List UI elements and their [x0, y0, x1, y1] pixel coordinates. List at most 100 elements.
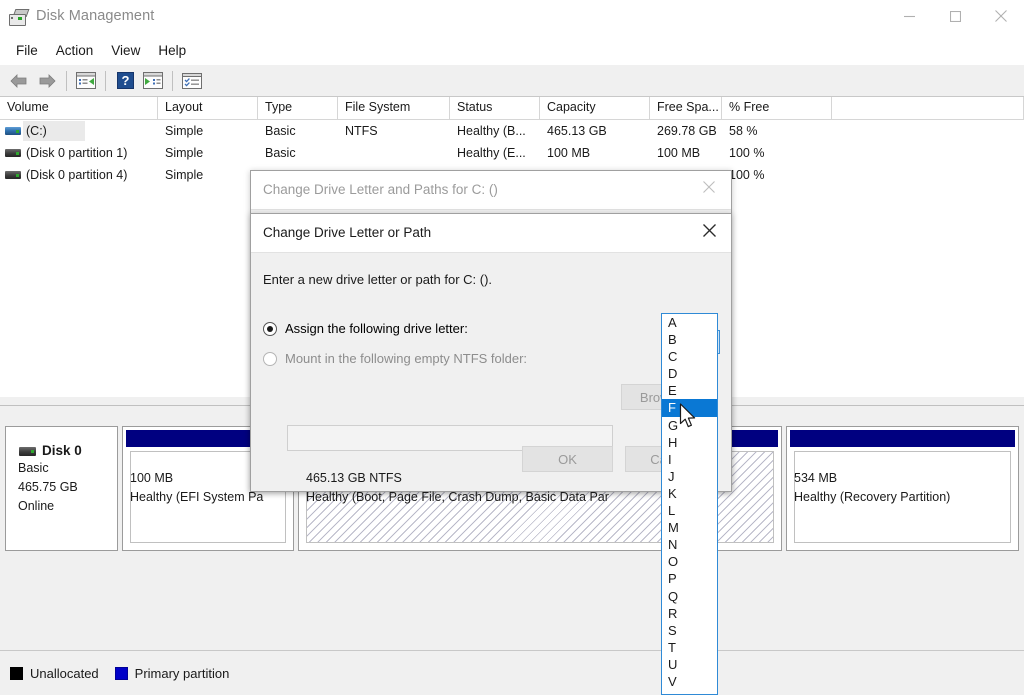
- cell-file-system: NTFS: [338, 120, 450, 142]
- drive-letter-option-p[interactable]: P: [662, 570, 717, 587]
- cell-volume-label: (Disk 0 partition 4): [26, 168, 127, 182]
- legend-item-unallocated: Unallocated: [10, 666, 99, 681]
- partition-size: 100 MB: [130, 469, 263, 488]
- partition-text: 465.13 GB NTFS Healthy (Boot, Page File,…: [306, 469, 609, 507]
- drive-letter-option-f[interactable]: F: [662, 399, 717, 416]
- dialog-title-bar: Change Drive Letter or Path: [251, 214, 731, 253]
- cell-layout: Simple: [158, 164, 258, 186]
- disk-management-window: Disk Management File Action View Help: [0, 0, 1024, 695]
- column-header-percent-free[interactable]: % Free: [722, 97, 832, 119]
- partition-text: 534 MB Healthy (Recovery Partition): [794, 469, 950, 507]
- radio-assign-label: Assign the following drive letter:: [285, 321, 468, 336]
- radio-assign-drive-letter[interactable]: Assign the following drive letter:: [263, 321, 468, 336]
- drive-letter-option-t[interactable]: T: [662, 639, 717, 656]
- cell-volume[interactable]: (C:): [0, 120, 158, 142]
- table-row[interactable]: (C:) Simple Basic NTFS Healthy (B... 465…: [0, 120, 1024, 142]
- column-header-blank[interactable]: [832, 97, 1024, 119]
- partition-size: 465.13 GB NTFS: [306, 469, 609, 488]
- drive-letter-option-b[interactable]: B: [662, 331, 717, 348]
- back-icon[interactable]: [5, 68, 33, 94]
- disk-status: Online: [18, 497, 117, 516]
- column-header-status[interactable]: Status: [450, 97, 540, 119]
- drive-letter-option-h[interactable]: H: [662, 434, 717, 451]
- menu-item-view[interactable]: View: [102, 40, 149, 61]
- show-hide-action-pane-icon[interactable]: [139, 68, 167, 94]
- disk-icon: [19, 447, 36, 456]
- close-icon[interactable]: [978, 0, 1024, 32]
- disk-info-panel[interactable]: Disk 0 Basic 465.75 GB Online: [5, 426, 118, 551]
- toolbar: ?: [0, 65, 1024, 97]
- partition-size: 534 MB: [794, 469, 950, 488]
- cell-volume[interactable]: (Disk 0 partition 4): [0, 164, 158, 186]
- drive-letter-option-a[interactable]: A: [662, 314, 717, 331]
- cell-free-space: 100 MB: [650, 142, 722, 164]
- cell-capacity: 465.13 GB: [540, 120, 650, 142]
- maximize-icon[interactable]: [932, 0, 978, 32]
- cell-type: Basic: [258, 142, 338, 164]
- drive-letter-option-i[interactable]: I: [662, 451, 717, 468]
- drive-letter-dropdown-list[interactable]: ABCDEFGHIJKLMNOPQRSTUVW: [661, 313, 718, 695]
- drive-letter-option-l[interactable]: L: [662, 502, 717, 519]
- column-header-type[interactable]: Type: [258, 97, 338, 119]
- table-row[interactable]: (Disk 0 partition 1) Simple Basic Health…: [0, 142, 1024, 164]
- partition-color-bar: [790, 430, 1015, 447]
- menu-item-file[interactable]: File: [7, 40, 47, 61]
- drive-letter-option-q[interactable]: Q: [662, 588, 717, 605]
- cell-percent-free: 100 %: [722, 142, 832, 164]
- toolbar-separator: [172, 71, 173, 91]
- cell-type: Basic: [258, 120, 338, 142]
- drive-letter-option-k[interactable]: K: [662, 485, 717, 502]
- volume-drive-icon: [5, 149, 21, 157]
- radio-mount-in-folder[interactable]: Mount in the following empty NTFS folder…: [263, 351, 527, 366]
- drive-letter-option-v[interactable]: V: [662, 673, 717, 690]
- forward-icon[interactable]: [33, 68, 61, 94]
- partition-status: Healthy (Recovery Partition): [794, 488, 950, 507]
- drive-letter-option-m[interactable]: M: [662, 519, 717, 536]
- dialog-instruction: Enter a new drive letter or path for C: …: [263, 272, 492, 287]
- cell-status: Healthy (B...: [450, 120, 540, 142]
- cell-layout: Simple: [158, 120, 258, 142]
- legend-item-primary-partition: Primary partition: [115, 666, 230, 681]
- menu-item-help[interactable]: Help: [149, 40, 195, 61]
- drive-letter-option-n[interactable]: N: [662, 536, 717, 553]
- drive-letter-option-s[interactable]: S: [662, 622, 717, 639]
- column-header-capacity[interactable]: Capacity: [540, 97, 650, 119]
- disk-size: 465.75 GB: [18, 478, 117, 497]
- column-header-free-space[interactable]: Free Spa...: [650, 97, 722, 119]
- volume-drive-icon: [5, 171, 21, 179]
- help-icon[interactable]: ?: [111, 68, 139, 94]
- drive-letter-option-u[interactable]: U: [662, 656, 717, 673]
- show-hide-console-tree-icon[interactable]: [72, 68, 100, 94]
- column-header-volume[interactable]: Volume: [0, 97, 158, 119]
- cell-file-system: [338, 142, 450, 164]
- drive-letter-option-r[interactable]: R: [662, 605, 717, 622]
- radio-button-assign[interactable]: [263, 322, 277, 336]
- cell-volume-label: (Disk 0 partition 1): [26, 146, 127, 160]
- cell-layout: Simple: [158, 142, 258, 164]
- drive-letter-option-d[interactable]: D: [662, 365, 717, 382]
- drive-letter-option-w[interactable]: W: [662, 690, 717, 695]
- menu-item-action[interactable]: Action: [47, 40, 103, 61]
- cell-status: Healthy (E...: [450, 142, 540, 164]
- column-header-file-system[interactable]: File System: [338, 97, 450, 119]
- close-icon[interactable]: [687, 214, 731, 246]
- drive-letter-option-g[interactable]: G: [662, 417, 717, 434]
- drive-letter-option-o[interactable]: O: [662, 553, 717, 570]
- drive-letter-option-c[interactable]: C: [662, 348, 717, 365]
- radio-button-mount[interactable]: [263, 352, 277, 366]
- minimize-icon[interactable]: [886, 0, 932, 32]
- window-controls: [886, 0, 1024, 32]
- column-header-layout[interactable]: Layout: [158, 97, 258, 119]
- window-title: Disk Management: [36, 8, 154, 24]
- volume-list-header: Volume Layout Type File System Status Ca…: [0, 97, 1024, 120]
- drive-letter-option-j[interactable]: J: [662, 468, 717, 485]
- drive-letter-option-e[interactable]: E: [662, 382, 717, 399]
- title-bar: Disk Management: [0, 0, 1024, 36]
- legend-label-unallocated: Unallocated: [30, 666, 99, 681]
- menu-bar: File Action View Help: [0, 36, 1024, 65]
- legend-label-primary-partition: Primary partition: [135, 666, 230, 681]
- partition-recovery[interactable]: 534 MB Healthy (Recovery Partition): [786, 426, 1019, 551]
- cell-volume[interactable]: (Disk 0 partition 1): [0, 142, 158, 164]
- properties-icon[interactable]: [178, 68, 206, 94]
- close-icon[interactable]: [687, 171, 731, 203]
